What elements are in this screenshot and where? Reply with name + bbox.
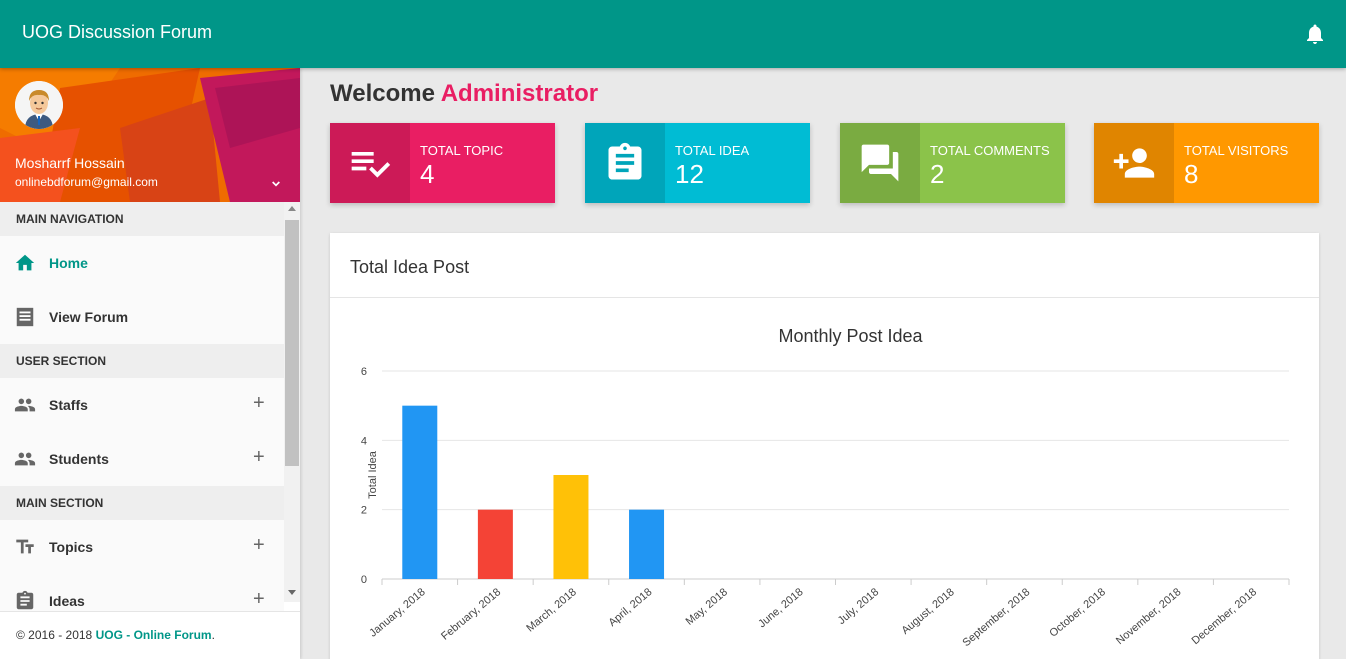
app-title[interactable]: UOG Discussion Forum — [22, 22, 212, 43]
x-tick-label: April, 2018 — [606, 586, 654, 629]
sidebar: Mosharrf Hossain onlinebdforum@gmail.com… — [0, 68, 300, 659]
footer-link[interactable]: UOG - Online Forum — [96, 628, 212, 642]
user-info-panel: Mosharrf Hossain onlinebdforum@gmail.com — [0, 68, 300, 202]
sidebar-item-home[interactable]: Home — [0, 236, 284, 290]
scrollbar-thumb[interactable] — [285, 220, 299, 466]
user-name: Mosharrf Hossain — [15, 155, 125, 171]
chart-card: Total Idea Post Monthly Post Idea 0 2 4 6 Tot… — [330, 233, 1319, 659]
x-tick-label: September, 2018 — [960, 586, 1032, 649]
stat-card-total-topic[interactable]: TOTAL TOPIC 4 — [330, 123, 555, 203]
x-tick-label: May, 2018 — [684, 586, 730, 628]
sidebar-item-view-forum[interactable]: View Forum — [0, 290, 284, 344]
sidebar-item-label: Home — [49, 255, 88, 271]
chart-title: Monthly Post Idea — [778, 326, 923, 346]
user-role: Administrator — [440, 80, 599, 107]
menu-header-user-section: USER SECTION — [0, 344, 284, 378]
forum-icon — [861, 144, 899, 182]
stat-label: TOTAL COMMENTS — [930, 143, 1050, 158]
expand-icon[interactable]: + — [253, 535, 265, 555]
sidebar-item-students[interactable]: Students + — [0, 432, 284, 486]
sidebar-item-label: View Forum — [49, 309, 129, 325]
monthly-idea-chart: Monthly Post Idea 0 2 4 6 Total Idea January, … — [361, 326, 1290, 649]
footer-copyright: © 2016 - 2018 — [16, 628, 96, 642]
bar — [477, 509, 513, 579]
footer-end: . — [211, 628, 215, 642]
x-tick-label: August, 2018 — [899, 586, 956, 637]
clipboard-icon — [16, 590, 34, 610]
x-tick-label: October, 2018 — [1047, 586, 1108, 640]
x-tick-label: June, 2018 — [756, 586, 805, 630]
x-tick-label: March, 2018 — [524, 586, 579, 635]
x-tick-label: November, 2018 — [1114, 586, 1184, 647]
people-icon — [14, 398, 36, 412]
stat-value: 8 — [1184, 159, 1199, 189]
sidebar-footer: © 2016 - 2018 UOG - Online Forum. — [0, 611, 300, 659]
stat-icon-box — [1094, 123, 1174, 203]
sidebar-item-topics[interactable]: Topics + — [0, 520, 284, 574]
expand-icon[interactable]: + — [253, 447, 265, 467]
bell-icon[interactable] — [1303, 22, 1327, 46]
x-tick-label: February, 2018 — [439, 586, 503, 643]
stat-value: 4 — [420, 159, 435, 189]
x-tick-label: December, 2018 — [1190, 586, 1260, 647]
expand-icon[interactable]: + — [253, 393, 265, 413]
sidebar-item-ideas[interactable]: Ideas + — [0, 574, 284, 612]
y-axis-label: Total Idea — [367, 450, 379, 499]
chart-card-title: Total Idea Post — [350, 257, 470, 277]
expand-icon[interactable]: + — [253, 589, 265, 609]
sidebar-item-label: Students — [49, 451, 109, 467]
bar — [402, 405, 438, 579]
y-tick-label: 2 — [361, 505, 367, 517]
welcome-text: Welcome — [330, 80, 435, 107]
stat-value: 2 — [930, 159, 945, 189]
top-navbar: UOG Discussion Forum — [0, 0, 1346, 68]
stat-label: TOTAL TOPIC — [420, 143, 504, 158]
sidebar-item-label: Ideas — [49, 593, 85, 609]
playlist-check-icon — [351, 152, 391, 178]
y-tick-label: 4 — [361, 435, 367, 447]
chart-card-header: Total Idea Post — [330, 233, 1319, 298]
y-tick-label: 6 — [361, 366, 367, 378]
scroll-up-arrow-icon[interactable] — [288, 206, 296, 211]
stat-value: 12 — [675, 159, 704, 189]
y-tick-label: 0 — [361, 574, 367, 586]
sidebar-scrollbar[interactable] — [284, 202, 300, 602]
stat-card-total-visitors[interactable]: TOTAL VISITORS 8 — [1094, 123, 1319, 203]
stat-icon-box — [330, 123, 410, 203]
user-email: onlinebdforum@gmail.com — [15, 175, 158, 189]
stat-label: TOTAL IDEA — [675, 143, 750, 158]
home-icon — [15, 254, 35, 271]
menu-header-main-navigation: MAIN NAVIGATION — [0, 202, 284, 236]
clipboard-icon — [608, 142, 642, 180]
bar — [553, 475, 589, 579]
sidebar-item-label: Topics — [49, 539, 94, 555]
scroll-down-arrow-icon[interactable] — [288, 590, 296, 595]
people-icon — [14, 452, 36, 466]
sidebar-item-staffs[interactable]: Staffs + — [0, 378, 284, 432]
x-tick-label: January, 2018 — [367, 586, 427, 639]
menu-header-main-section: MAIN SECTION — [0, 486, 284, 520]
chevron-down-icon[interactable] — [268, 176, 284, 192]
avatar[interactable] — [15, 81, 63, 129]
sidebar-item-label: Staffs — [49, 397, 88, 413]
stat-icon-box — [585, 123, 665, 203]
bar — [629, 509, 665, 579]
page-title: Welcome Administrator — [330, 80, 598, 108]
list-icon — [16, 307, 34, 327]
sidebar-menu: MAIN NAVIGATION Home View Forum USER SEC… — [0, 202, 284, 612]
stat-card-total-comments[interactable]: TOTAL COMMENTS 2 — [840, 123, 1065, 203]
stat-icon-box — [840, 123, 920, 203]
person-add-icon — [1113, 148, 1155, 178]
x-tick-label: July, 2018 — [836, 586, 882, 627]
stat-card-total-idea[interactable]: TOTAL IDEA 12 — [585, 123, 810, 203]
stat-label: TOTAL VISITORS — [1184, 143, 1289, 158]
text-icon — [16, 539, 34, 554]
